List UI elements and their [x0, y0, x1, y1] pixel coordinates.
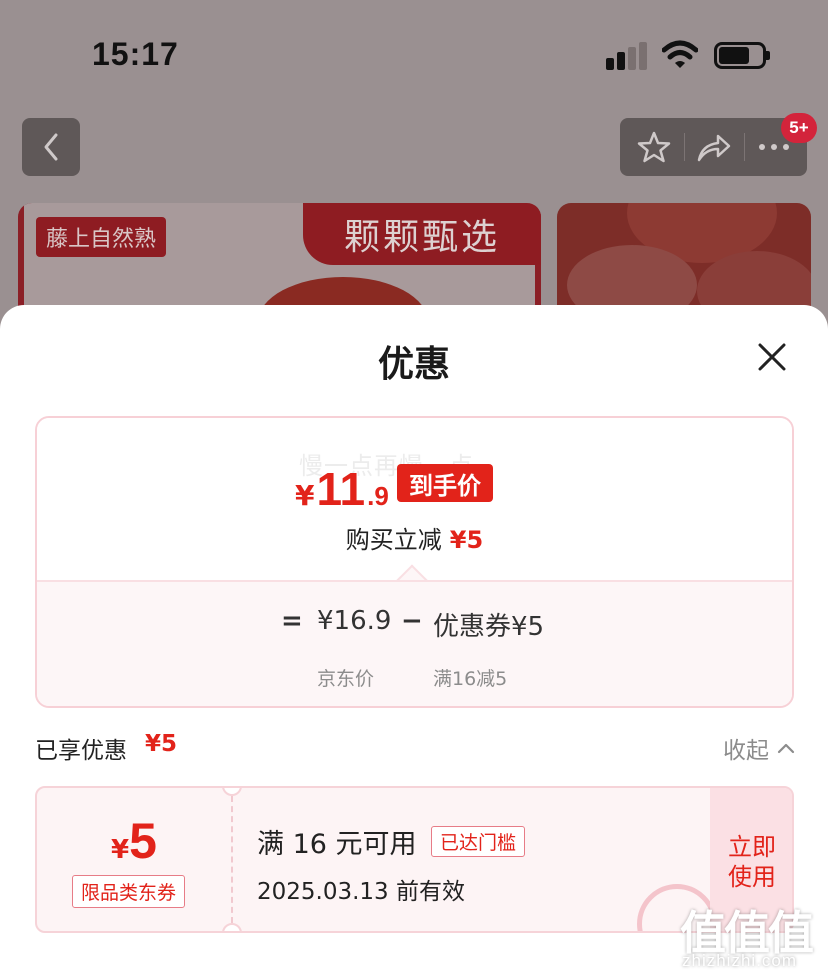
battery-icon — [714, 42, 770, 69]
instant-discount-label: 购买立减 — [345, 526, 442, 554]
site-watermark-logo: 值值值 zhizhizhi.com — [676, 897, 824, 975]
minus-sign: − — [401, 606, 423, 636]
discount-sheet: 优惠 慢一点再慢一点 ¥ 11 .9 到手价 购买立减 ¥5 = ¥16.9 − … — [0, 305, 828, 978]
instant-discount-row: 购买立减 ¥5 — [37, 520, 792, 555]
final-price-decimal: .9 — [367, 481, 389, 511]
price-breakdown-card: 慢一点再慢一点 ¥ 11 .9 到手价 购买立减 ¥5 = ¥16.9 − 优惠券… — [35, 416, 794, 708]
final-price-section: 慢一点再慢一点 ¥ 11 .9 到手价 购买立减 ¥5 — [37, 418, 792, 580]
final-price-currency: ¥ — [295, 479, 315, 512]
top-action-group — [620, 118, 807, 176]
coupon-value-area: ¥5 限品类东券 — [37, 788, 231, 931]
coupon-condition: 满 16 元可用 — [257, 829, 417, 860]
status-time: 15:17 — [92, 36, 179, 72]
instant-discount-amount: ¥5 — [449, 526, 484, 554]
coupon-amount: ¥5 — [37, 812, 231, 870]
status-bar: 15:17 — [0, 0, 828, 100]
coupon-currency: ¥ — [111, 835, 130, 865]
equals-sign: = — [281, 606, 303, 636]
back-button[interactable] — [22, 118, 80, 176]
enjoyed-discount-label: 已享优惠 — [35, 738, 127, 764]
final-price-tag: 到手价 — [397, 464, 493, 502]
wifi-icon — [662, 40, 698, 68]
share-button[interactable] — [684, 118, 744, 176]
final-price: ¥ 11 .9 — [295, 462, 389, 516]
logo-domain: zhizhizhi.com — [682, 951, 798, 970]
coupon-expiry: 2025.03.13 前有效 — [257, 879, 465, 905]
coupon-rule-label: 满16减5 — [433, 668, 508, 690]
back-chevron-icon — [44, 133, 58, 161]
close-icon[interactable] — [754, 339, 790, 375]
coupon-type-label: 限品类东券 — [72, 875, 186, 908]
price-calculation-section: = ¥16.9 − 优惠券¥5 京东价 满16减5 — [37, 580, 792, 706]
background-product-page: 15:17 5+ 藤上自然熟 颗颗甄选 — [0, 0, 828, 330]
star-icon — [637, 131, 671, 163]
share-icon — [697, 134, 731, 162]
coupon-deduction: 优惠券¥5 — [433, 612, 545, 642]
favorite-button[interactable] — [624, 118, 684, 176]
coupon-divider — [231, 796, 233, 923]
use-now-label-line1: 立即 — [728, 832, 776, 861]
hero-tag: 藤上自然熟 — [36, 217, 167, 257]
more-icon — [759, 144, 789, 150]
chevron-up-icon — [777, 743, 795, 754]
enjoyed-discount-amount: ¥5 — [145, 731, 178, 757]
message-count-badge: 5+ — [781, 113, 817, 143]
jd-price-label: 京东价 — [317, 668, 375, 690]
final-price-integer: 11 — [316, 463, 366, 515]
cellular-signal-icon — [606, 42, 648, 70]
price-formula: = ¥16.9 − 优惠券¥5 — [37, 606, 792, 646]
threshold-met-tag: 已达门槛 — [431, 826, 526, 857]
collapse-button[interactable]: 收起 — [723, 731, 795, 765]
sheet-title: 优惠 — [377, 344, 450, 385]
coupon-notch-bottom — [222, 923, 242, 931]
use-now-label-line2: 使用 — [728, 862, 776, 891]
jd-price: ¥16.9 — [317, 606, 392, 636]
hero-title: 颗颗甄选 — [303, 203, 541, 265]
coupon-value: 5 — [129, 813, 157, 869]
enjoyed-discount-row: 已享优惠 ¥5 收起 — [35, 729, 795, 765]
collapse-label: 收起 — [723, 738, 769, 764]
